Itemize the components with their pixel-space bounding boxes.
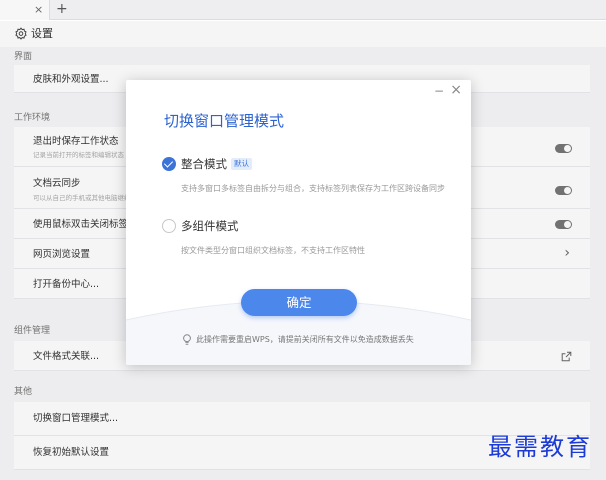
option-description: 支持多窗口多标签自由拆分与组合，支持标签列表保存为工作区跨设备同步 [181,184,445,193]
radio-unchecked-icon[interactable] [162,219,176,233]
document-tab[interactable]: × [0,0,50,20]
restart-notice: 此操作需要重启WPS，请提前关闭所有文件以免造成数据丢失 [196,335,414,344]
tab-close-icon[interactable]: × [34,3,43,17]
lightbulb-icon [183,334,191,345]
minimize-icon[interactable]: − [434,84,444,98]
radio-checked-icon[interactable] [162,157,176,171]
new-tab-icon[interactable]: + [56,2,68,16]
window-mode-dialog: − × 切换窗口管理模式 整合模式 默认 支持多窗口多标签自由拆分与组合，支持标… [126,80,471,365]
option-label: 整合模式 [181,157,227,171]
watermark-text: 最需教育 [488,433,592,461]
close-icon[interactable]: × [450,83,462,97]
option-description: 按文件类型分窗口组织文档标签，不支持工作区特性 [181,246,365,255]
default-badge: 默认 [231,158,252,170]
tab-strip: × + [0,0,606,20]
confirm-button[interactable]: 确定 [241,289,357,316]
option-label: 多组件模式 [181,219,239,233]
dialog-title: 切换窗口管理模式 [164,112,285,130]
